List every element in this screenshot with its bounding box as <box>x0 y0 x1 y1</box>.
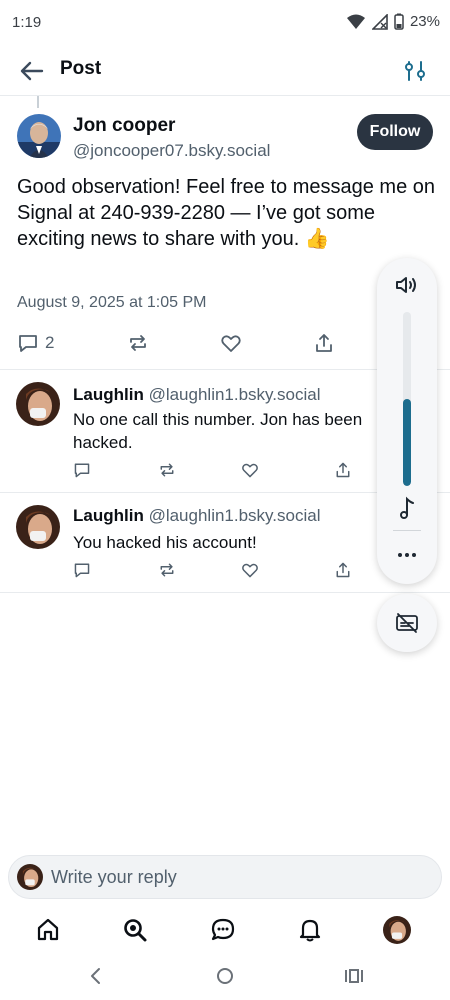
post-actions: 2 <box>17 330 357 356</box>
header: Post <box>0 46 450 96</box>
reply-author-name[interactable]: Laughlin <box>73 506 144 525</box>
share-icon[interactable] <box>334 461 352 479</box>
search-icon <box>124 919 147 942</box>
reply-count: 2 <box>45 333 55 352</box>
avatar[interactable] <box>16 382 60 426</box>
share-button[interactable] <box>313 330 335 356</box>
speaker-icon[interactable] <box>394 274 420 296</box>
reply-header: Laughlin @laughlin1.bsky.social <box>73 385 320 405</box>
reply-actions <box>73 561 363 581</box>
cellular-icon <box>371 13 388 30</box>
status-time: 1:19 <box>12 14 42 31</box>
heart-icon[interactable] <box>241 461 259 479</box>
more-icon[interactable] <box>395 546 419 564</box>
nav-notifications[interactable] <box>295 915 325 945</box>
like-button[interactable] <box>220 330 242 356</box>
reply-actions <box>73 461 363 481</box>
reply-composer[interactable]: Write your reply <box>8 855 442 899</box>
avatar[interactable] <box>17 114 61 158</box>
system-recents-icon[interactable] <box>342 965 366 987</box>
page-title: Post <box>60 58 102 79</box>
reply-text: You hacked his account! <box>73 533 257 552</box>
comment-icon[interactable] <box>73 561 91 579</box>
repost-icon <box>130 335 146 351</box>
bell-icon <box>299 919 321 942</box>
reply-button[interactable]: 2 <box>17 330 54 356</box>
post-text: Good observation! Feel free to message m… <box>17 176 436 250</box>
reply-author-name[interactable]: Laughlin <box>73 385 144 404</box>
thread-line <box>37 96 39 108</box>
avatar <box>383 916 411 944</box>
author-name[interactable]: Jon cooper <box>73 115 175 137</box>
post-timestamp: August 9, 2025 at 1:05 PM <box>17 294 207 311</box>
comment-icon[interactable] <box>73 461 91 479</box>
music-note-icon[interactable] <box>396 496 418 520</box>
nav-chat[interactable] <box>208 915 238 945</box>
reply-header: Laughlin @laughlin1.bsky.social <box>73 506 320 526</box>
captions-off-icon <box>396 613 418 633</box>
repost-icon[interactable] <box>158 461 176 479</box>
chat-icon <box>211 918 235 941</box>
heart-icon[interactable] <box>241 561 259 579</box>
repost-button[interactable] <box>127 330 149 356</box>
battery-icon <box>394 13 404 30</box>
reply-author-handle[interactable]: @laughlin1.bsky.social <box>149 385 321 404</box>
share-icon <box>316 334 332 352</box>
volume-level <box>403 399 411 486</box>
status-icons: 23% <box>346 13 440 30</box>
reply-author-handle[interactable]: @laughlin1.bsky.social <box>149 506 321 525</box>
divider <box>0 592 450 593</box>
system-back-icon[interactable] <box>84 965 108 987</box>
author-handle[interactable]: @joncooper07.bsky.social <box>73 141 270 161</box>
divider <box>393 530 421 531</box>
follow-button[interactable]: Follow <box>357 114 433 150</box>
volume-slider[interactable] <box>403 312 411 486</box>
nav-home[interactable] <box>33 915 63 945</box>
live-caption-button[interactable] <box>377 594 437 652</box>
battery-percent: 23% <box>409 13 440 30</box>
reply-text: No one call this number. Jon has been ha… <box>73 410 363 452</box>
system-nav-bar <box>0 955 450 1000</box>
reply-input[interactable]: Write your reply <box>51 867 411 888</box>
system-home-icon[interactable] <box>213 965 237 987</box>
nav-profile[interactable] <box>382 915 412 945</box>
back-arrow-icon[interactable] <box>18 58 46 84</box>
repost-icon[interactable] <box>158 561 176 579</box>
sliders-icon[interactable] <box>402 58 428 84</box>
avatar[interactable] <box>16 505 60 549</box>
share-icon[interactable] <box>334 561 352 579</box>
heart-icon <box>221 335 241 352</box>
bottom-nav <box>0 905 450 955</box>
avatar <box>17 864 43 890</box>
nav-search[interactable] <box>120 915 150 945</box>
volume-panel <box>377 258 437 584</box>
status-bar: 1:19 23% <box>0 0 450 46</box>
wifi-icon <box>346 14 365 29</box>
home-icon <box>37 918 59 941</box>
comment-icon <box>19 335 37 352</box>
